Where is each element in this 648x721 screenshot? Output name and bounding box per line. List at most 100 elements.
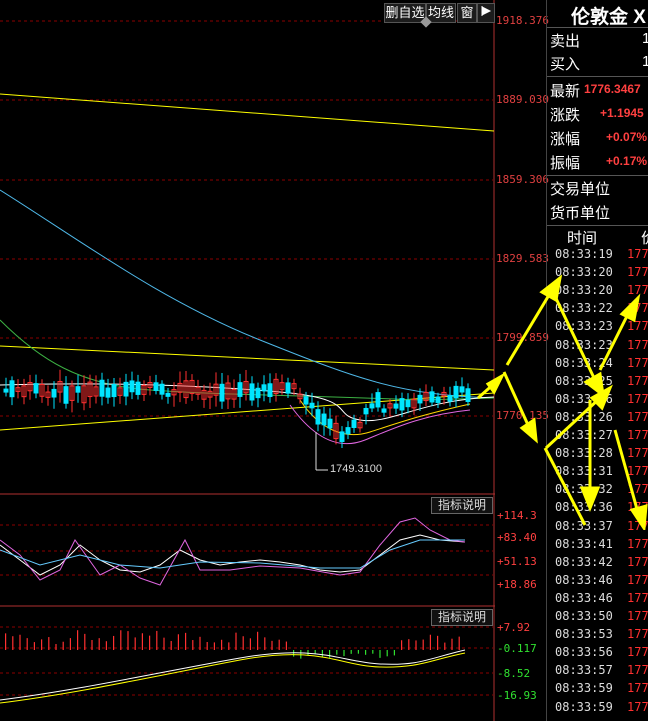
instrument-title: 伦敦金 X [571, 7, 646, 28]
histogram-bar [127, 631, 129, 650]
candle-body [315, 409, 321, 425]
arrow-down2-line [550, 289, 597, 381]
pin-icon[interactable] [477, 3, 495, 23]
histogram-bar [170, 640, 172, 650]
tick-price: 177 [627, 247, 648, 261]
candle-body [309, 402, 315, 409]
indicator1-line-magenta [0, 517, 466, 586]
pct-row: 涨幅 +0.07% [550, 128, 647, 149]
indicator1-line-blue [0, 539, 465, 569]
low-price-annotation: 1749.3100 [330, 463, 382, 475]
histogram-bar [278, 639, 280, 650]
histogram-bar [163, 637, 165, 650]
histogram-bar [257, 631, 259, 650]
candle-body [237, 382, 243, 397]
chart-area[interactable]: 删自选 均线 窗 1918.376 1889.030 1859.306 1829… [0, 0, 549, 721]
histogram-bar [41, 639, 43, 650]
divider [547, 76, 648, 77]
candle-body [255, 387, 261, 399]
indicator2-line-yellow [0, 652, 466, 704]
candle-body [267, 383, 273, 398]
last-row: 最新 1776.3467 [550, 80, 641, 101]
histogram-bar [437, 635, 439, 650]
candle-body [447, 394, 453, 402]
candle-body [135, 381, 141, 395]
sell-value: 1 [642, 30, 648, 47]
arrow-down-line [502, 371, 530, 426]
window-button[interactable]: 窗 [457, 3, 477, 23]
arrow-down5-line [543, 447, 587, 526]
candle-body [261, 384, 267, 392]
candle-body [399, 398, 405, 411]
indicator-help-button[interactable]: 指标说明 [431, 609, 493, 626]
candle-body [381, 408, 387, 413]
tick-time: 08:33:57 [555, 663, 613, 678]
arrow-up3-line [598, 309, 632, 371]
histogram-bar [285, 641, 287, 650]
histogram-bar [33, 642, 35, 650]
candle-body [75, 386, 81, 393]
candle-body [3, 388, 9, 393]
histogram-bar [105, 641, 107, 650]
amp-label: 振幅 [550, 155, 581, 172]
histogram-bar [401, 640, 403, 650]
last-label: 最新 [550, 83, 581, 100]
currency-label: 货币单位 [550, 205, 611, 222]
tick-price: 177 [627, 536, 648, 551]
candle-body [159, 383, 165, 395]
histogram-bar [329, 650, 331, 658]
indicator1-line-white [0, 534, 466, 576]
change-value: +1.1945 [600, 106, 644, 120]
histogram-bar [336, 650, 338, 655]
pin-icon-shape [481, 6, 492, 16]
arrow-overlay [477, 274, 648, 530]
histogram-bar [55, 643, 57, 650]
tick-price: 177 [627, 609, 648, 623]
histogram-bar [228, 642, 230, 650]
histogram-bar [113, 635, 115, 650]
candle-body [99, 379, 105, 397]
amp-row: 振幅 +0.17% [550, 152, 647, 173]
candle-body [165, 392, 171, 397]
histogram-bar [177, 634, 179, 650]
indicator2-label: -8.52 [497, 667, 531, 680]
delete-watchlist-button[interactable]: 删自选 [384, 3, 426, 23]
candle-body [9, 380, 15, 398]
candle-body [249, 383, 255, 401]
price-column-header: 价 [641, 227, 648, 248]
indicator1-label: +83.40 [497, 531, 537, 544]
price-label: 1918.376 [496, 14, 549, 27]
histogram-bar [429, 634, 431, 650]
chart-svg[interactable] [0, 0, 495, 721]
histogram-bar [357, 650, 359, 654]
price-label: 1889.030 [496, 93, 549, 106]
amp-value: +0.17% [606, 154, 648, 168]
histogram-bar [199, 636, 201, 650]
candle-body [129, 380, 135, 393]
tick-time: 08:33:46 [555, 572, 613, 587]
change-row: 涨跌 +1.1945 [550, 104, 644, 125]
tick-time: 08:33:56 [555, 645, 613, 660]
buy-label: 买入 [550, 56, 581, 73]
tick-time: 08:33:59 [555, 681, 613, 696]
price-label: 1829.583 [496, 252, 549, 265]
histogram-bar [5, 633, 7, 650]
tick-price: 177 [627, 554, 648, 569]
sell-row: 卖出 1 [550, 30, 648, 51]
histogram-bar [213, 642, 215, 650]
histogram-bar [69, 638, 71, 650]
change-label: 涨跌 [550, 107, 581, 124]
candle-body [123, 381, 129, 397]
histogram-bar [120, 630, 122, 650]
tick-time: 08:33:41 [555, 536, 613, 551]
histogram-bar [365, 650, 367, 655]
histogram-bar [451, 638, 453, 650]
tick-price: 177 [627, 699, 648, 714]
histogram-bar [221, 639, 223, 650]
tick-time: 08:33:50 [555, 609, 613, 623]
histogram-bar [350, 650, 352, 654]
arrow-down4-head [629, 503, 648, 530]
histogram-bar [264, 637, 266, 650]
last-value: 1776.3467 [584, 82, 641, 96]
histogram-bar [271, 640, 273, 650]
